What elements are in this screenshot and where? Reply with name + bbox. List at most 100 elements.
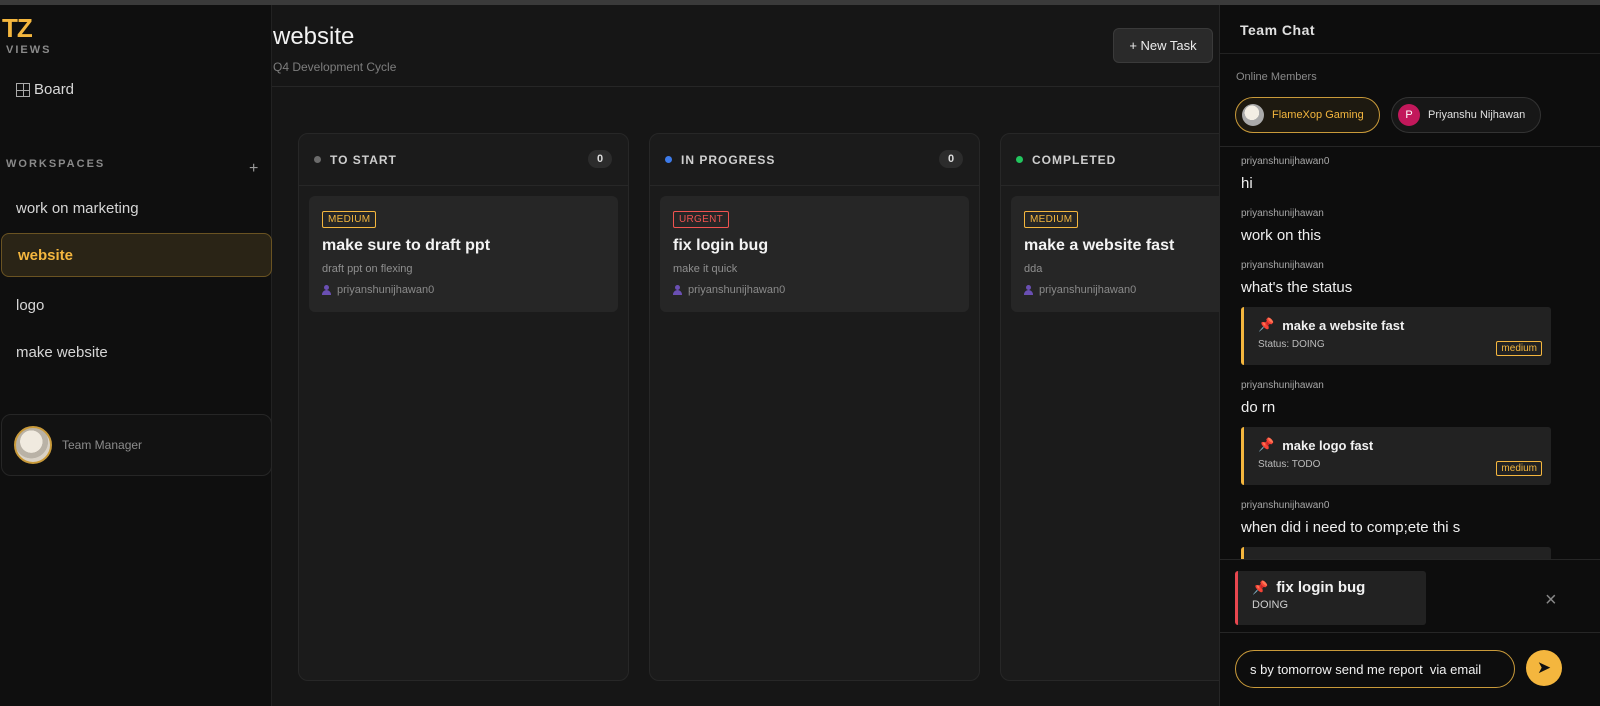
avatar: P: [1398, 104, 1420, 126]
member-name: Priyanshu Nijhawan: [1428, 109, 1526, 121]
task-reference-title: 📌 make a website fast: [1258, 317, 1537, 333]
user-icon: [322, 285, 331, 295]
message-text: do rn: [1241, 399, 1276, 416]
member-chip-flamexop[interactable]: FlameXop Gaming: [1235, 97, 1380, 133]
message-list[interactable]: priyanshunijhawan0 hi priyanshunijhawan …: [1220, 147, 1600, 559]
column-in-progress: IN PROGRESS 0 URGENT fix login bug make …: [649, 133, 980, 681]
task-reference-card[interactable]: 📌 make logo fast Status: TODO medium: [1241, 427, 1551, 485]
task-assignee: priyanshunijhawan0: [673, 284, 956, 296]
task-reference-status: Status: DOING: [1258, 339, 1325, 350]
column-header: COMPLETED: [1001, 134, 1220, 186]
column-header: TO START 0: [299, 134, 628, 186]
add-workspace-button[interactable]: +: [249, 160, 258, 178]
message-text: what's the status: [1241, 279, 1353, 296]
assignee-name: priyanshunijhawan0: [1039, 284, 1137, 296]
task-assignee: priyanshunijhawan0: [1024, 284, 1220, 296]
priority-badge: URGENT: [673, 211, 730, 228]
user-icon: [673, 285, 682, 295]
status-dot: [1016, 156, 1023, 163]
reply-task-card[interactable]: 📌 fix login bug DOING: [1235, 571, 1426, 625]
task-reference-status: Status: TODO: [1258, 459, 1321, 470]
task-reference-label: make a website fast: [1282, 317, 1405, 333]
message-text: work on this: [1241, 227, 1322, 244]
user-profile-card[interactable]: Team Manager: [1, 414, 272, 476]
status-dot: [314, 156, 321, 163]
priority-badge: MEDIUM: [322, 211, 377, 228]
close-icon[interactable]: ×: [1545, 590, 1557, 610]
page-title: website: [273, 23, 355, 50]
pin-icon: 📌: [1252, 579, 1269, 595]
message-text: when did i need to comp;ete thi s: [1241, 519, 1461, 536]
message-author: priyanshunijhawan: [1241, 260, 1324, 271]
sidebar-item-work-on-marketing[interactable]: work on marketing: [0, 186, 272, 230]
send-button[interactable]: ➤: [1526, 650, 1562, 686]
online-members-label: Online Members: [1236, 71, 1317, 83]
chat-message-input[interactable]: [1235, 650, 1515, 688]
divider: [1220, 53, 1600, 54]
task-card[interactable]: MEDIUM make sure to draft ppt draft ppt …: [309, 196, 618, 312]
user-role: Team Manager: [62, 438, 143, 452]
column-completed: COMPLETED MEDIUM make a website fast dda…: [1000, 133, 1220, 681]
sidebar-item-make-website[interactable]: make website: [0, 330, 272, 374]
workspace-label: logo: [16, 296, 45, 314]
avatar: [1242, 104, 1264, 126]
send-icon: ➤: [1536, 658, 1552, 677]
sidebar-item-logo[interactable]: logo: [0, 283, 272, 327]
task-reference-card[interactable]: [1241, 547, 1551, 559]
workspace-label: work on marketing: [16, 199, 139, 217]
message-text: hi: [1241, 175, 1253, 192]
workspace-label: make website: [16, 343, 108, 361]
app-logo[interactable]: TZ: [2, 13, 33, 44]
message-author: priyanshunijhawan0: [1241, 156, 1330, 167]
sidebar-item-board[interactable]: Board: [16, 81, 74, 98]
column-header: IN PROGRESS 0: [650, 134, 979, 186]
task-reference-title: 📌 make logo fast: [1258, 437, 1537, 453]
kanban-board: TO START 0 MEDIUM make sure to draft ppt…: [272, 88, 1220, 706]
task-card[interactable]: MEDIUM make a website fast dda priyanshu…: [1011, 196, 1220, 312]
reply-task-title: 📌 fix login bug: [1252, 579, 1412, 596]
new-task-button[interactable]: + New Task: [1113, 28, 1213, 63]
page-subtitle: Q4 Development Cycle: [273, 60, 397, 74]
sidebar: TZ VIEWS Board WORKSPACES + work on mark…: [0, 5, 272, 706]
message-author: priyanshunijhawan: [1241, 380, 1324, 391]
column-title: TO START: [330, 152, 397, 167]
task-description: dda: [1024, 263, 1043, 275]
column-title: COMPLETED: [1032, 152, 1117, 167]
board-label: Board: [34, 81, 75, 98]
task-title: make sure to draft ppt: [322, 237, 491, 254]
task-description: draft ppt on flexing: [322, 263, 413, 275]
sidebar-item-website[interactable]: website: [1, 233, 272, 277]
column-title: IN PROGRESS: [681, 152, 776, 167]
task-reference-label: make logo fast: [1282, 437, 1374, 453]
reply-task-label: fix login bug: [1276, 579, 1366, 596]
task-title: make a website fast: [1024, 237, 1175, 254]
task-title: fix login bug: [673, 237, 769, 254]
chat-input-bar: ➤: [1220, 632, 1600, 706]
member-name: FlameXop Gaming: [1272, 109, 1364, 121]
column-to-start: TO START 0 MEDIUM make sure to draft ppt…: [298, 133, 629, 681]
task-card[interactable]: URGENT fix login bug make it quick priya…: [660, 196, 969, 312]
avatar: [14, 426, 52, 464]
task-description: make it quick: [673, 263, 738, 275]
column-count-badge: 0: [939, 150, 963, 168]
column-count-badge: 0: [588, 150, 612, 168]
user-icon: [1024, 285, 1033, 295]
assignee-name: priyanshunijhawan0: [688, 284, 786, 296]
member-chip-priyanshu[interactable]: P Priyanshu Nijhawan: [1391, 97, 1541, 133]
message-author: priyanshunijhawan: [1241, 208, 1324, 219]
reply-preview-bar: 📌 fix login bug DOING ×: [1220, 559, 1600, 632]
workspaces-label: WORKSPACES: [6, 158, 106, 170]
task-reference-card[interactable]: 📌 make a website fast Status: DOING medi…: [1241, 307, 1551, 365]
reply-task-status: DOING: [1252, 599, 1289, 611]
team-chat-panel: Team Chat Online Members FlameXop Gaming…: [1219, 5, 1600, 706]
chat-title: Team Chat: [1240, 22, 1316, 38]
priority-badge: medium: [1496, 341, 1542, 356]
priority-badge: MEDIUM: [1024, 211, 1079, 228]
assignee-name: priyanshunijhawan0: [337, 284, 435, 296]
pin-icon: 📌: [1258, 317, 1275, 332]
message-author: priyanshunijhawan0: [1241, 500, 1330, 511]
pin-icon: 📌: [1258, 437, 1275, 452]
workspace-label: website: [18, 246, 74, 264]
status-dot: [665, 156, 672, 163]
task-assignee: priyanshunijhawan0: [322, 284, 605, 296]
